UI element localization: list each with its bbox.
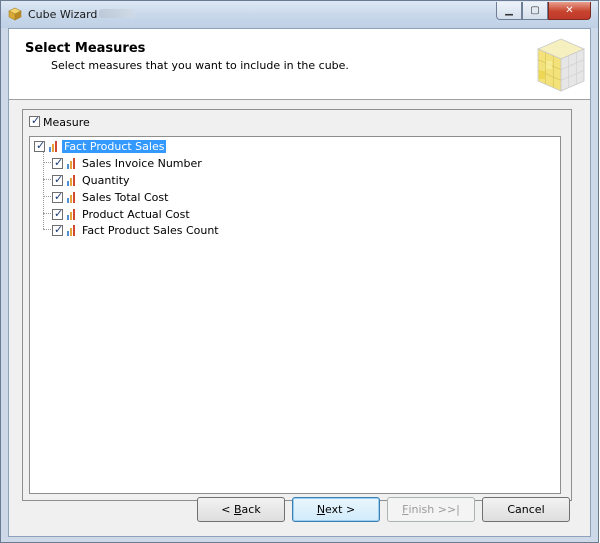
tree-node-checkbox[interactable]: [52, 207, 63, 220]
tree-node-fact-product-sales[interactable]: Fact Product Sales: [32, 139, 232, 155]
tree-node-quantity[interactable]: Quantity: [50, 173, 250, 189]
measures-tree[interactable]: Fact Product Sales Sales Invoice Number: [29, 136, 561, 494]
minimize-icon: ▁: [505, 5, 513, 16]
measure-panel: Measure Fact Product Sales: [22, 109, 572, 501]
tree-node-fact-product-sales-count[interactable]: Fact Product Sales Count: [50, 223, 270, 239]
title-bar[interactable]: Cube Wizard ▁ ▢ ✕: [1, 1, 598, 28]
measure-icon: [67, 192, 77, 203]
back-accelerator: B: [234, 503, 242, 516]
back-prefix: <: [221, 503, 234, 516]
finish-label-rest: inish >>|: [408, 503, 460, 516]
tree-node-checkbox[interactable]: [52, 190, 63, 203]
measure-header: Measure: [23, 110, 571, 136]
measure-group-icon: [49, 141, 59, 152]
cube-wizard-window: Cube Wizard ▁ ▢ ✕ Select Measures Select…: [0, 0, 599, 543]
tree-connector-vertical: [43, 152, 44, 229]
minimize-button[interactable]: ▁: [496, 2, 522, 20]
measure-select-all-checkbox[interactable]: [29, 114, 40, 127]
cube-graphic-icon: [536, 38, 586, 92]
maximize-icon: ▢: [530, 5, 540, 16]
tree-node-checkbox[interactable]: [52, 173, 63, 186]
measure-icon: [67, 225, 77, 236]
finish-button: Finish >>|: [387, 497, 475, 522]
tree-node-sales-invoice-number[interactable]: Sales Invoice Number: [50, 156, 250, 172]
tree-node-label: Fact Product Sales Count: [82, 224, 219, 237]
tree-node-label: Product Actual Cost: [82, 208, 190, 221]
wizard-header: Select Measures Select measures that you…: [9, 29, 590, 100]
measure-icon: [67, 175, 77, 186]
close-button[interactable]: ✕: [548, 2, 591, 20]
measure-icon: [67, 158, 77, 169]
tree-node-label: Quantity: [82, 174, 130, 187]
tree-node-checkbox[interactable]: [34, 139, 45, 152]
tree-node-sales-total-cost[interactable]: Sales Total Cost: [50, 190, 250, 206]
tree-node-label: Sales Total Cost: [82, 191, 169, 204]
blurred-title-suffix: [99, 9, 135, 18]
page-subtitle: Select measures that you want to include…: [51, 59, 349, 72]
page-title: Select Measures: [25, 41, 146, 56]
back-label-rest: ack: [241, 503, 261, 516]
tree-node-product-actual-cost[interactable]: Product Actual Cost: [50, 207, 250, 223]
maximize-button[interactable]: ▢: [522, 2, 548, 20]
next-accelerator: N: [316, 503, 326, 516]
wizard-client-area: Select Measures Select measures that you…: [8, 28, 591, 537]
measure-icon: [67, 209, 77, 220]
measure-header-label: Measure: [43, 116, 90, 129]
tree-node-label: Fact Product Sales: [62, 140, 167, 153]
tree-node-checkbox[interactable]: [52, 223, 63, 236]
next-label-rest: ext >: [325, 503, 356, 516]
next-button[interactable]: Next >: [292, 497, 380, 522]
cancel-button[interactable]: Cancel: [482, 497, 570, 522]
back-button[interactable]: < Back: [197, 497, 285, 522]
cube-app-icon: [8, 7, 22, 21]
close-icon: ✕: [565, 5, 574, 16]
tree-node-label: Sales Invoice Number: [82, 157, 202, 170]
window-title: Cube Wizard: [28, 8, 98, 21]
tree-node-checkbox[interactable]: [52, 156, 63, 169]
